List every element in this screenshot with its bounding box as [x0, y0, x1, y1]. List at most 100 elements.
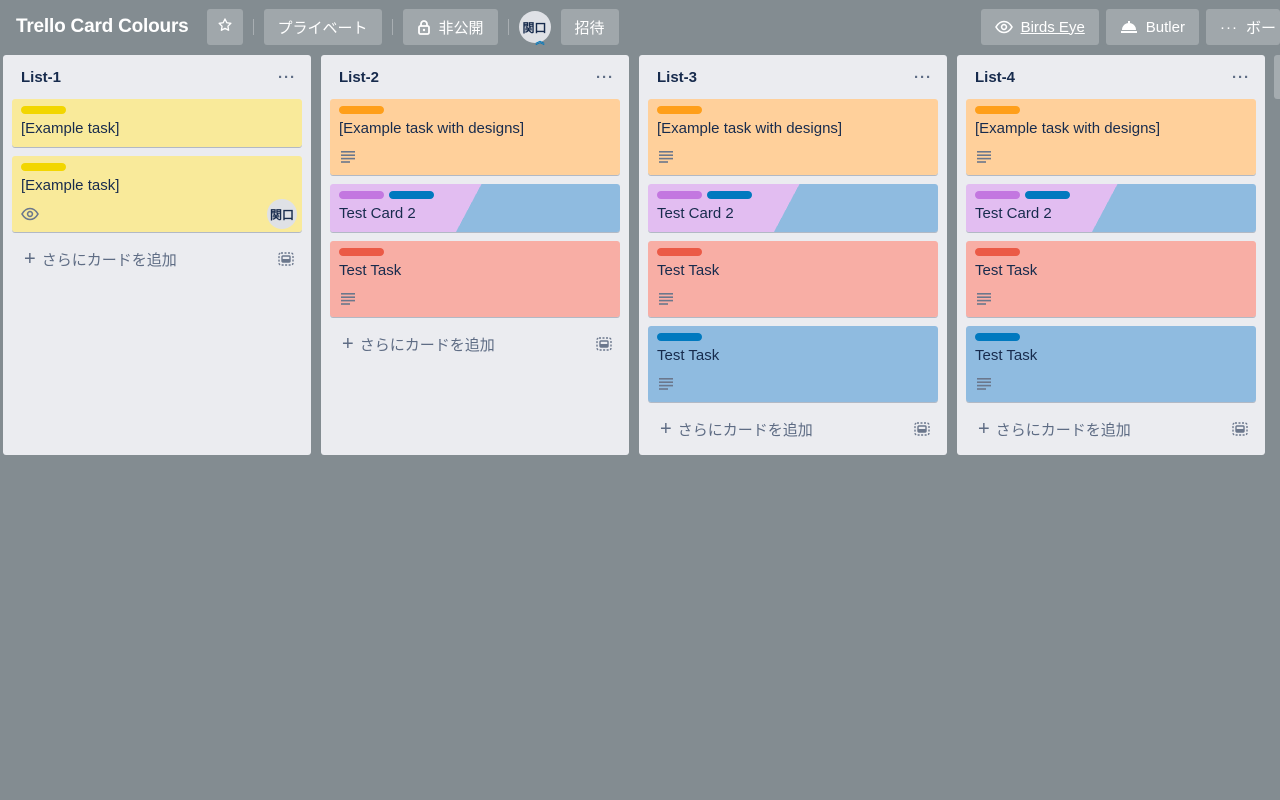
team-visibility-label: 非公開	[438, 19, 484, 37]
card-member-avatar[interactable]: 関口	[267, 199, 297, 229]
star-button[interactable]	[206, 9, 243, 45]
card[interactable]: Test Card 2	[648, 184, 938, 232]
card-label[interactable]	[389, 191, 434, 199]
list-title[interactable]: List-3	[657, 69, 697, 86]
card-labels	[339, 106, 611, 114]
list-header[interactable]: List-1 ···	[12, 55, 302, 99]
team-visibility-button[interactable]: 非公開	[402, 9, 498, 45]
card[interactable]: [Example task with designs]	[648, 99, 938, 175]
card-label[interactable]	[21, 163, 66, 171]
card-label[interactable]	[339, 248, 384, 256]
list-3: List-3 ··· [Example task with designs] Test…	[639, 55, 947, 455]
invite-label: 招待	[574, 19, 605, 37]
card-badges	[657, 374, 929, 394]
list-menu-icon[interactable]: ···	[1232, 69, 1250, 86]
add-card-label: さらにカードを追加	[359, 336, 495, 354]
card[interactable]: [Example task with designs]	[966, 99, 1256, 175]
board-header: Trello Card Colours プライベート 非公開 関口 ︽ 招待 B…	[0, 0, 1280, 54]
card-title: [Example task with designs]	[975, 120, 1161, 137]
card-title: Test Task	[339, 262, 402, 279]
card-badges	[657, 289, 929, 309]
card-title: Test Task	[975, 262, 1038, 279]
card[interactable]: Test Card 2	[330, 184, 620, 232]
list-menu-icon[interactable]: ···	[596, 69, 614, 86]
card-label[interactable]	[975, 191, 1020, 199]
description-icon	[977, 151, 991, 163]
card-label[interactable]	[21, 106, 66, 114]
card-label[interactable]	[657, 191, 702, 199]
create-from-template-icon[interactable]	[914, 422, 930, 436]
card-label[interactable]	[975, 248, 1020, 256]
card-title: Test Card 2	[975, 205, 1052, 222]
card[interactable]: Test Task	[966, 241, 1256, 317]
card-labels	[975, 106, 1247, 114]
card-label[interactable]	[339, 191, 384, 199]
card-labels	[339, 248, 611, 256]
create-from-template-icon[interactable]	[278, 252, 294, 266]
butler-button[interactable]: Butler	[1105, 9, 1199, 45]
card-labels	[339, 191, 611, 199]
create-from-template-icon[interactable]	[596, 337, 612, 351]
list-2: List-2 ··· [Example task with designs] Test…	[321, 55, 629, 455]
list-title[interactable]: List-4	[975, 69, 1015, 86]
member-avatar-initials: 関口	[522, 20, 547, 35]
card-title: [Example task with designs]	[657, 120, 843, 137]
add-card-button[interactable]: + さらにカードを追加	[12, 241, 302, 277]
card-badges	[339, 147, 611, 167]
list-header[interactable]: List-4 ···	[966, 55, 1256, 99]
card-title: Test Task	[657, 262, 720, 279]
card-labels	[975, 191, 1247, 199]
card[interactable]: Test Task	[966, 326, 1256, 402]
card-title: Test Task	[975, 347, 1038, 364]
card-labels	[975, 333, 1247, 341]
add-card-label: さらにカードを追加	[41, 251, 177, 269]
card[interactable]: Test Task	[648, 241, 938, 317]
next-list-edge	[1274, 55, 1280, 99]
card[interactable]: [Example task]	[12, 99, 302, 147]
card[interactable]: Test Card 2	[966, 184, 1256, 232]
birds-eye-button[interactable]: Birds Eye	[980, 9, 1099, 45]
card-badges	[975, 289, 1247, 309]
member-avatar[interactable]: 関口 ︽	[518, 11, 551, 46]
birds-eye-label: Birds Eye	[1020, 18, 1085, 36]
description-icon	[659, 151, 673, 163]
add-card-button[interactable]: + さらにカードを追加	[648, 411, 938, 447]
plus-icon: +	[978, 418, 990, 440]
card[interactable]: [Example task] 関口	[12, 156, 302, 232]
card-label[interactable]	[657, 106, 702, 114]
card-label[interactable]	[339, 106, 384, 114]
create-from-template-icon[interactable]	[1232, 422, 1248, 436]
invite-button[interactable]: 招待	[560, 9, 619, 45]
list-header[interactable]: List-3 ···	[648, 55, 938, 99]
card[interactable]: Test Task	[648, 326, 938, 402]
list-4: List-4 ··· [Example task with designs] Test…	[957, 55, 1265, 455]
card-title: [Example task]	[21, 177, 120, 194]
card-badges	[657, 147, 929, 167]
card-title: [Example task with designs]	[339, 120, 525, 137]
card-label[interactable]	[657, 333, 702, 341]
card-badges	[975, 374, 1247, 394]
more-icon: ···	[1219, 18, 1238, 36]
card-label[interactable]	[707, 191, 752, 199]
card-title: Test Card 2	[339, 205, 416, 222]
card[interactable]: Test Task	[330, 241, 620, 317]
card-label[interactable]	[657, 248, 702, 256]
card-label[interactable]	[1025, 191, 1070, 199]
add-card-button[interactable]: + さらにカードを追加	[966, 411, 1256, 447]
list-header[interactable]: List-2 ···	[330, 55, 620, 99]
add-card-button[interactable]: + さらにカードを追加	[330, 326, 620, 362]
card[interactable]: [Example task with designs]	[330, 99, 620, 175]
show-menu-label: ボー	[1245, 19, 1276, 37]
show-menu-button[interactable]: ··· ボー	[1205, 9, 1280, 45]
card-labels	[657, 106, 929, 114]
star-icon	[217, 17, 233, 37]
visibility-button[interactable]: プライベート	[263, 9, 382, 45]
card-label[interactable]	[975, 333, 1020, 341]
board-title[interactable]: Trello Card Colours	[16, 16, 189, 38]
card-label[interactable]	[975, 106, 1020, 114]
list-menu-icon[interactable]: ···	[914, 69, 932, 86]
plus-icon: +	[24, 248, 36, 270]
list-title[interactable]: List-1	[21, 69, 61, 86]
list-title[interactable]: List-2	[339, 69, 379, 86]
list-menu-icon[interactable]: ···	[278, 69, 296, 86]
